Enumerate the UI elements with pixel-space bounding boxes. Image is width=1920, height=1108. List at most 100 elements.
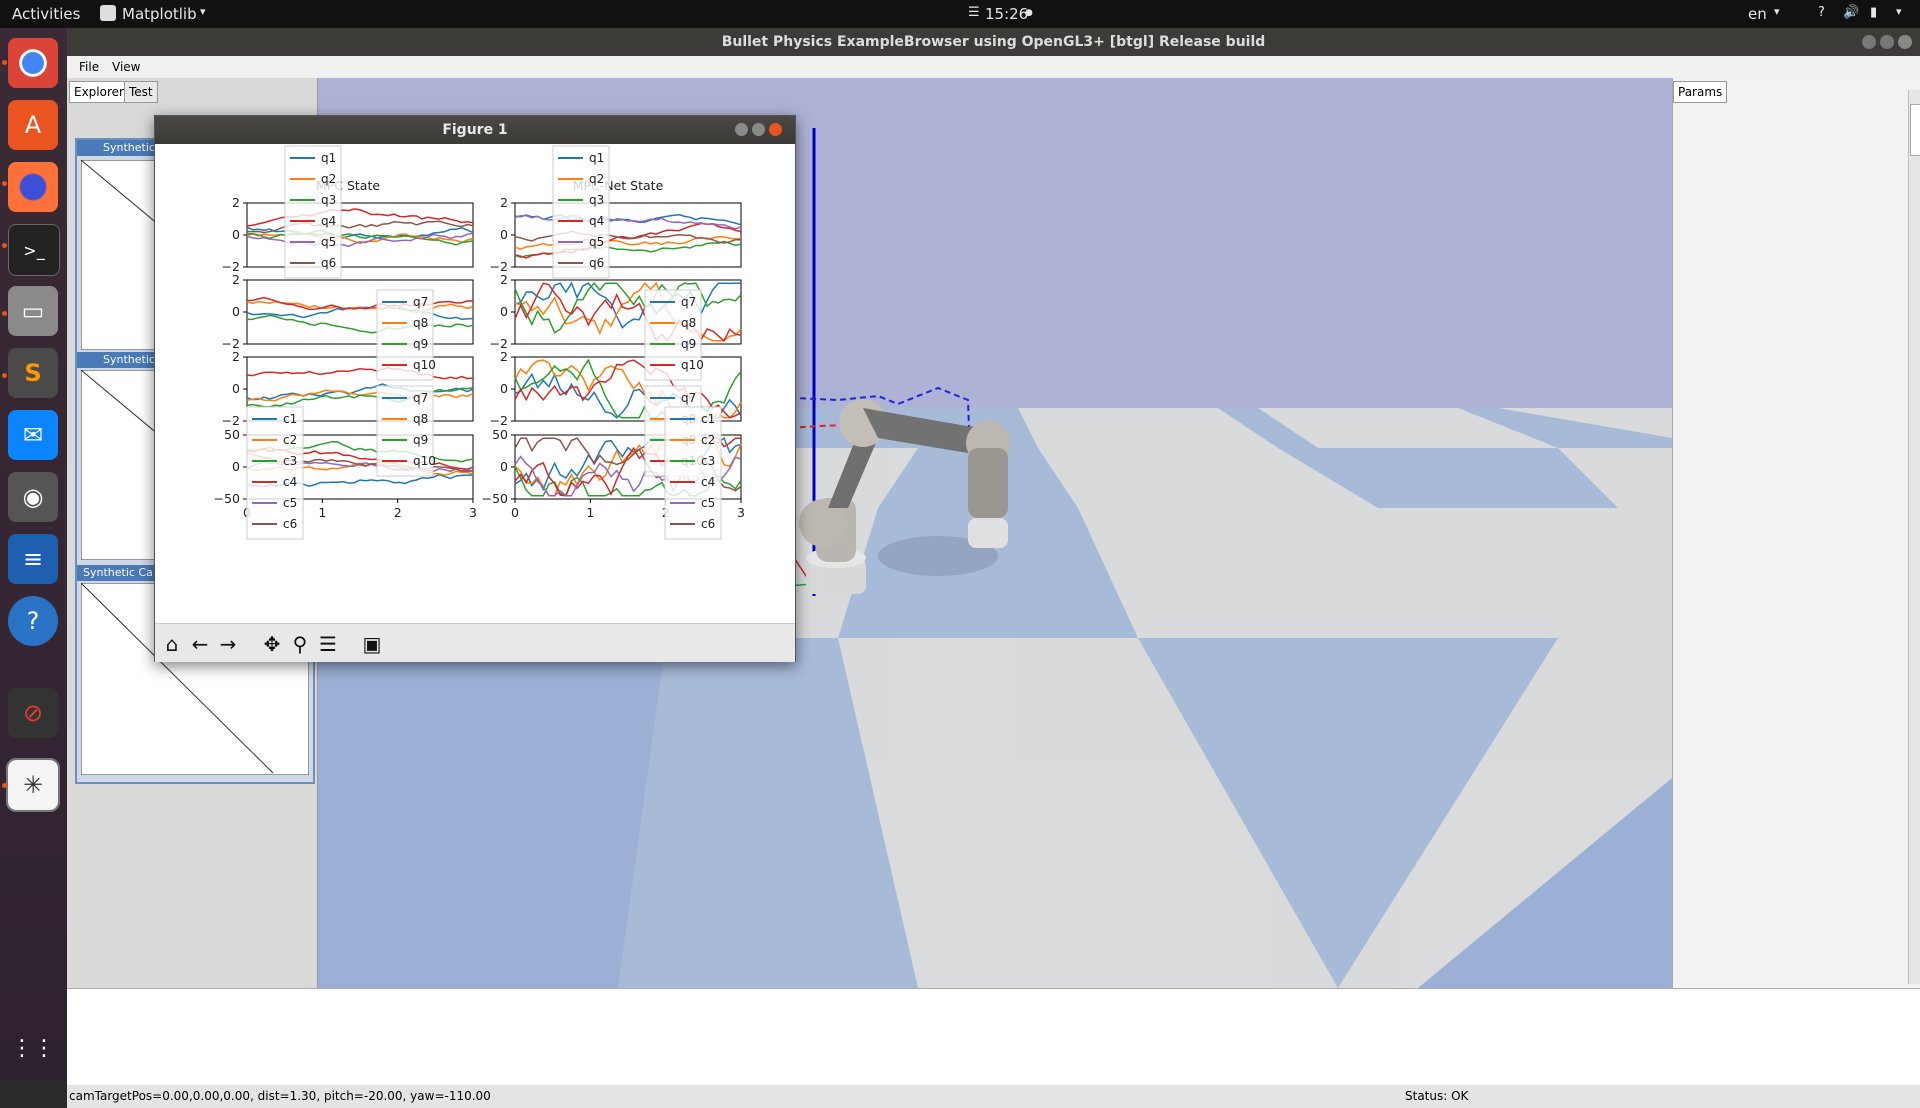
y-tick-label: −50 (482, 491, 508, 506)
volume-icon[interactable]: 🔊 (1843, 5, 1859, 20)
legend-label: c5 (283, 496, 297, 510)
forward-arrow-icon[interactable]: → (215, 631, 241, 657)
legend-label: q1 (321, 151, 336, 165)
y-tick-label: −2 (222, 413, 240, 428)
y-tick-label: 0 (232, 459, 240, 474)
legend-label: q7 (681, 391, 696, 405)
menu-view[interactable]: View (112, 60, 140, 74)
rhythmbox-icon[interactable]: ◉ (8, 472, 58, 522)
zoom-icon[interactable]: ⚲ (287, 631, 313, 657)
axes-group: 20−220−220−2500−500123q1q2q3q4q5q6q7q8q9… (214, 145, 745, 540)
chevron-down-icon: ▾ (200, 5, 206, 18)
subplots-config-icon[interactable]: ☰ (315, 631, 341, 657)
activities-button[interactable]: Activities (12, 5, 80, 23)
legend-label: q9 (681, 337, 696, 351)
legend-label: q6 (589, 256, 604, 270)
clock[interactable]: 15:26 (985, 5, 1028, 23)
thunderbird-icon[interactable]: ✉ (8, 410, 58, 460)
legend-label: q7 (681, 295, 696, 309)
y-tick-label: 0 (232, 227, 240, 242)
sublime-text-icon[interactable]: S (8, 348, 58, 398)
legend-label: c1 (701, 412, 715, 426)
back-arrow-icon[interactable]: ← (187, 631, 213, 657)
y-tick-label: 0 (232, 381, 240, 396)
legend-label: q10 (413, 454, 436, 468)
terminal-icon[interactable]: >_ (8, 224, 60, 276)
plot-frame (514, 279, 742, 345)
legend-label: q7 (413, 295, 428, 309)
chrome-icon[interactable] (8, 38, 58, 88)
params-scrollbar[interactable] (1908, 90, 1920, 984)
software-center-icon[interactable]: A (8, 100, 58, 150)
tab-params[interactable]: Params (1673, 81, 1728, 103)
x-tick-label: 2 (394, 505, 402, 520)
plot-frame (514, 202, 742, 268)
legend-label: c4 (283, 475, 297, 489)
legend-label: c5 (701, 496, 715, 510)
figure-canvas[interactable]: MPC State MPC-Net State 20−220−220−2500−… (155, 145, 795, 623)
legend-label: q10 (681, 358, 704, 372)
figure-toolbar: ⌂ ← → ✥ ⚲ ☰ ▣ (155, 623, 795, 662)
menu-file[interactable]: File (79, 60, 99, 74)
figure-titlebar: Figure 1 (155, 116, 795, 144)
help-icon[interactable]: ? (1818, 5, 1825, 20)
close-button[interactable] (769, 123, 782, 136)
maximize-button[interactable] (752, 123, 765, 136)
tab-explorer[interactable]: Explorer (69, 81, 129, 103)
legend-label: q9 (413, 337, 428, 351)
matplotlib-app-icon (100, 5, 116, 21)
app-menu-button[interactable]: Matplotlib (122, 5, 197, 23)
minimize-button[interactable] (1862, 35, 1876, 49)
legend-label: c2 (283, 433, 297, 447)
close-button[interactable] (1898, 35, 1912, 49)
chevron-down-icon[interactable]: ▾ (1896, 5, 1902, 18)
home-icon[interactable]: ⌂ (159, 631, 185, 657)
camera-status: camTargetPos=0.00,0.00,0.00, dist=1.30, … (69, 1089, 491, 1103)
legend-label: c4 (701, 475, 715, 489)
legend-label: q6 (321, 256, 336, 270)
legend-label: c1 (283, 412, 297, 426)
minimize-button[interactable] (735, 123, 748, 136)
legend-label: q8 (413, 316, 428, 330)
menu-bar: File View (67, 56, 1920, 78)
legend-label: c3 (701, 454, 715, 468)
dock: A >_ ▭ S ✉ ◉ ≡ ? ⊘ ✳ ⋮⋮ (0, 28, 67, 1080)
plot-frame (246, 279, 474, 345)
legend-label: q8 (413, 412, 428, 426)
legend-label: q1 (589, 151, 604, 165)
x-tick-label: 0 (511, 505, 519, 520)
params-panel: Params (1672, 78, 1920, 988)
legend-label: q7 (413, 391, 428, 405)
y-tick-label: 2 (500, 195, 508, 210)
y-tick-label: 2 (500, 349, 508, 364)
y-tick-label: 2 (232, 349, 240, 364)
firefox-icon[interactable] (8, 162, 58, 212)
legend-label: q5 (321, 235, 336, 249)
status-bar: camTargetPos=0.00,0.00,0.00, dist=1.30, … (67, 1085, 1920, 1108)
maximize-button[interactable] (1880, 35, 1894, 49)
y-tick-label: 0 (500, 304, 508, 319)
libreoffice-writer-icon[interactable]: ≡ (8, 534, 58, 584)
help-icon[interactable]: ? (8, 596, 58, 646)
legend-label: q4 (589, 214, 604, 228)
save-icon[interactable]: ▣ (359, 631, 385, 657)
x-tick-label: 1 (586, 505, 594, 520)
tab-test[interactable]: Test (124, 81, 158, 103)
scrollbar-thumb[interactable] (1910, 104, 1920, 156)
files-icon[interactable]: ▭ (8, 286, 58, 336)
pan-icon[interactable]: ✥ (259, 631, 285, 657)
window-titlebar: Bullet Physics ExampleBrowser using Open… (67, 28, 1920, 56)
legend-label: q2 (321, 172, 336, 186)
y-tick-label: 0 (500, 227, 508, 242)
app-icon[interactable]: ⊘ (8, 688, 58, 738)
x-tick-label: 3 (469, 505, 477, 520)
chevron-down-icon: ▾ (1774, 5, 1780, 18)
y-tick-label: 2 (232, 195, 240, 210)
battery-icon[interactable]: ▮ (1870, 5, 1877, 20)
show-applications-icon[interactable]: ⋮⋮ (8, 1023, 58, 1073)
legend-label: q3 (321, 193, 336, 207)
legend-label: q4 (321, 214, 336, 228)
y-tick-label: 2 (500, 272, 508, 287)
language-indicator[interactable]: en (1748, 5, 1767, 23)
matplotlib-icon[interactable]: ✳ (6, 758, 60, 812)
